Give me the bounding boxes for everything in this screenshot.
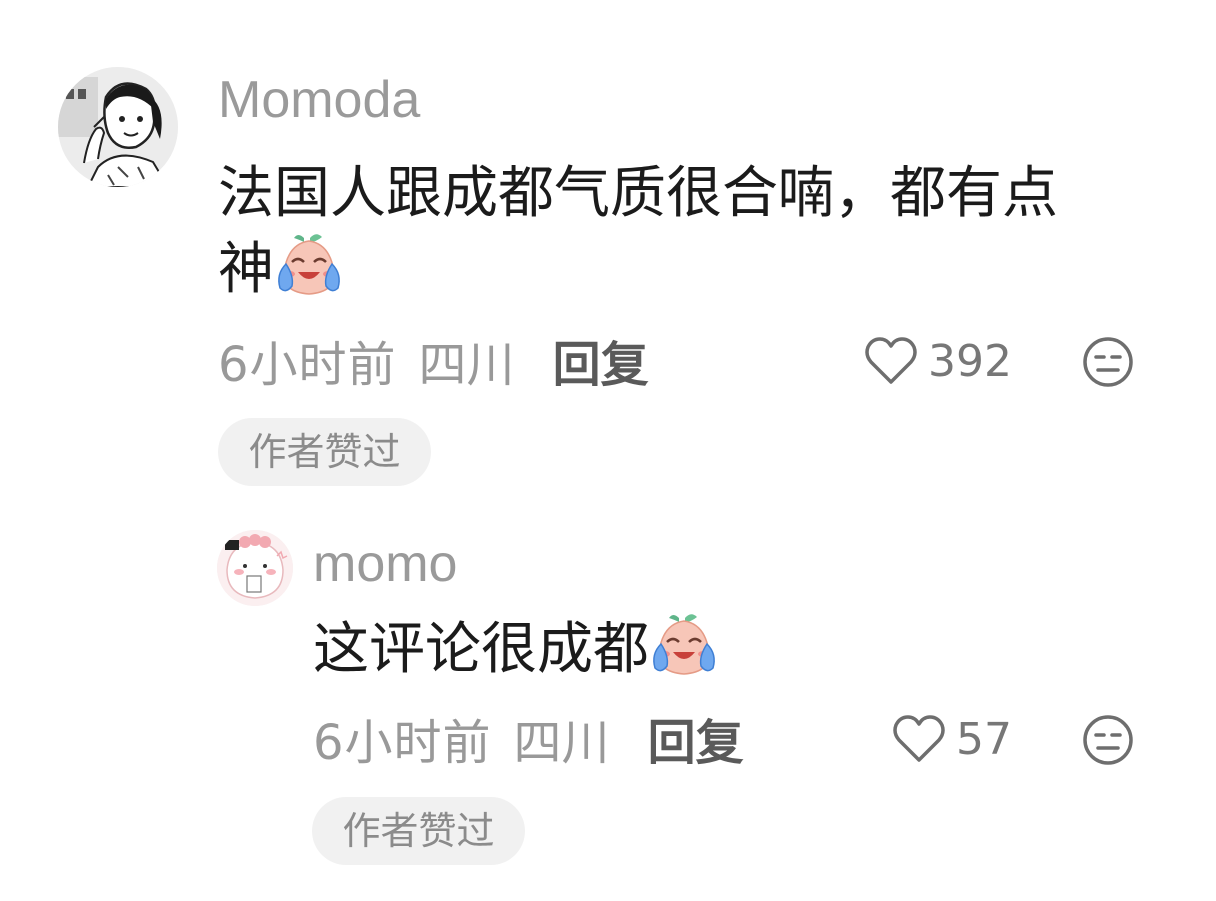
username[interactable]: Momoda [218, 70, 420, 130]
comment-text: 法国人跟成都气质很合喃，都有点 神 [218, 156, 1058, 308]
timestamp: 6小时前 [313, 715, 492, 771]
laughing-crying-emoji-icon [274, 232, 344, 302]
timestamp: 6小时前 [218, 337, 397, 393]
reply-button[interactable]: 回复 [553, 325, 649, 395]
comment-text-line-1: 法国人跟成都气质很合喃，都有点 [218, 161, 1058, 226]
like-button[interactable]: 57 [892, 711, 1012, 767]
avatar-momo[interactable] [217, 530, 293, 606]
heart-outline-icon [893, 715, 945, 762]
comment-text-line-2-text: 神 [218, 237, 274, 302]
author-liked-badge: 作者赞过 [312, 797, 525, 865]
meh-face-icon [1083, 715, 1133, 765]
meh-face-icon [1083, 337, 1133, 387]
region-label: 四川 [513, 715, 610, 771]
dislike-button[interactable] [1082, 714, 1134, 766]
heart-outline-icon [865, 337, 917, 384]
dislike-button[interactable] [1082, 336, 1134, 388]
comment-text-body: 这评论很成都 [313, 617, 649, 682]
author-liked-badge: 作者赞过 [218, 418, 431, 486]
like-count: 57 [956, 713, 1012, 765]
region-label: 四川 [418, 337, 515, 393]
comment-text-line-2: 神 [218, 232, 1058, 308]
username[interactable]: momo [313, 534, 457, 594]
like-button[interactable]: 392 [864, 333, 1012, 389]
comment-meta: 6小时前 四川 回复 [313, 708, 744, 771]
reply-button[interactable]: 回复 [648, 703, 744, 773]
laughing-crying-emoji-icon [649, 612, 719, 682]
comment-meta: 6小时前 四川 回复 [218, 330, 649, 393]
comment-text: 这评论很成都 [313, 612, 719, 688]
like-count: 392 [928, 335, 1012, 387]
avatar-momoda[interactable] [58, 67, 178, 187]
